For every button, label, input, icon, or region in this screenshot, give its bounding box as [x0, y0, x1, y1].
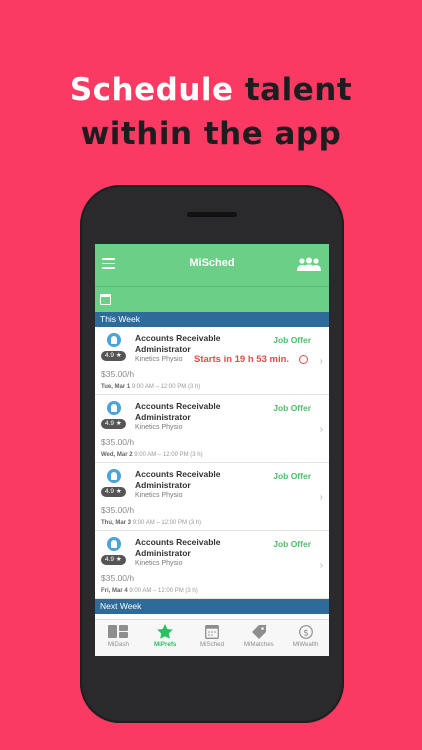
headline: Schedule talent within the app: [0, 68, 422, 156]
company-logo-icon: [107, 537, 121, 551]
shift-day: Thu, Mar 3: [101, 520, 132, 526]
tab-label: MiWealth: [292, 641, 319, 648]
job-status: Job Offer: [273, 403, 311, 413]
company-name: Kinetics Physio: [135, 356, 183, 363]
tag-icon: [251, 624, 266, 639]
job-title: Accounts Receivable Administrator: [135, 401, 221, 422]
tab-label: MiPrefs: [154, 641, 177, 648]
shift-day: Wed, Mar 2: [101, 452, 133, 458]
shift-time: 9:00 AM – 12:00 PM (3 h): [132, 520, 202, 526]
tab-mimatches[interactable]: MiMatches: [235, 620, 282, 656]
tab-miprefs[interactable]: MiPrefs: [142, 620, 189, 656]
chevron-right-icon: ›: [319, 356, 323, 367]
shift-time: 9:00 AM – 12:00 PM (3 h): [134, 452, 203, 458]
chevron-right-icon: ›: [319, 492, 323, 503]
rating-badge: 4.9 ★: [101, 419, 126, 429]
calendar-icon[interactable]: [100, 294, 111, 305]
shift-date: Wed, Mar 2 9:00 AM – 12:00 PM (3 h): [101, 452, 203, 458]
tab-misched[interactable]: MiSched: [189, 620, 236, 656]
company-name: Kinetics Physio: [135, 492, 183, 499]
app-screen: MiSched This Week 4.9 ★ Accounts Receiva…: [95, 244, 329, 656]
people-icon[interactable]: [297, 256, 321, 272]
shift-day: Tue, Mar 1: [101, 384, 131, 390]
shift-date: Tue, Mar 1 9:00 AM – 12:00 PM (3 h): [101, 384, 200, 390]
company-name: Kinetics Physio: [135, 424, 183, 431]
job-title: Accounts Receivable Administrator: [135, 469, 221, 490]
nav-title: MiSched: [189, 257, 235, 269]
star-icon: [157, 624, 174, 639]
rating-badge: 4.9 ★: [101, 555, 126, 565]
job-status: Job Offer: [273, 539, 311, 549]
svg-text:$: $: [303, 628, 309, 638]
tab-miwealth[interactable]: $ MiWealth: [282, 620, 329, 656]
tab-label: MiMatches: [243, 641, 274, 648]
job-card[interactable]: 4.9 ★ Accounts Receivable Administrator …: [95, 463, 329, 531]
dollar-icon: $: [298, 624, 313, 639]
nav-bar: MiSched: [95, 244, 329, 286]
price: $35.00/h: [101, 437, 135, 447]
company-name: Kinetics Physio: [135, 560, 183, 567]
tab-midash[interactable]: MiDash: [95, 620, 142, 656]
countdown-text: Starts in 19 h 53 min.: [194, 354, 290, 365]
headline-word-schedule: Schedule: [69, 72, 234, 108]
phone-frame: MiSched This Week 4.9 ★ Accounts Receiva…: [80, 185, 344, 723]
timer-icon: [299, 355, 308, 364]
headline-word-talent: talent: [244, 72, 353, 108]
job-status: Job Offer: [273, 471, 311, 481]
chevron-right-icon: ›: [319, 560, 323, 571]
job-title: Accounts Receivable Administrator: [135, 333, 221, 354]
company-logo-icon: [107, 333, 121, 347]
phone-speaker: [187, 212, 237, 217]
price: $35.00/h: [101, 369, 135, 379]
dashboard-icon: [108, 625, 129, 638]
chevron-right-icon: ›: [319, 424, 323, 435]
company-logo-icon: [107, 469, 121, 483]
price: $35.00/h: [101, 505, 135, 515]
section-next-week: Next Week: [95, 599, 329, 614]
section-this-week: This Week: [95, 312, 329, 327]
job-card[interactable]: 4.9 ★ Accounts Receivable Administrator …: [95, 395, 329, 463]
company-logo-icon: [107, 401, 121, 415]
headline-line-2: within the app: [80, 116, 342, 152]
rating-badge: 4.9 ★: [101, 351, 126, 361]
tab-label: MiDash: [107, 641, 129, 648]
toolbar: [95, 286, 329, 312]
tab-label: MiSched: [199, 641, 225, 648]
tab-bar: MiDash MiPrefs MiSched MiMatches $ MiWea…: [95, 619, 329, 656]
price: $35.00/h: [101, 573, 135, 583]
shift-time: 9:00 AM – 12:00 PM (3 h): [131, 384, 201, 390]
rating-badge: 4.9 ★: [101, 487, 126, 497]
job-card[interactable]: 4.9 ★ Accounts Receivable Administrator …: [95, 531, 329, 599]
job-card[interactable]: 4.9 ★ Accounts Receivable Administrator …: [95, 327, 329, 395]
shift-time: 9:00 AM – 12:00 PM (3 h): [129, 588, 198, 594]
shift-date: Fri, Mar 4 9:00 AM – 12:00 PM (3 h): [101, 588, 198, 594]
job-title: Accounts Receivable Administrator: [135, 537, 221, 558]
shift-day: Fri, Mar 4: [101, 588, 128, 594]
shift-date: Thu, Mar 3 9:00 AM – 12:00 PM (3 h): [101, 520, 201, 526]
job-status: Job Offer: [273, 335, 311, 345]
calendar-icon: [205, 624, 219, 639]
